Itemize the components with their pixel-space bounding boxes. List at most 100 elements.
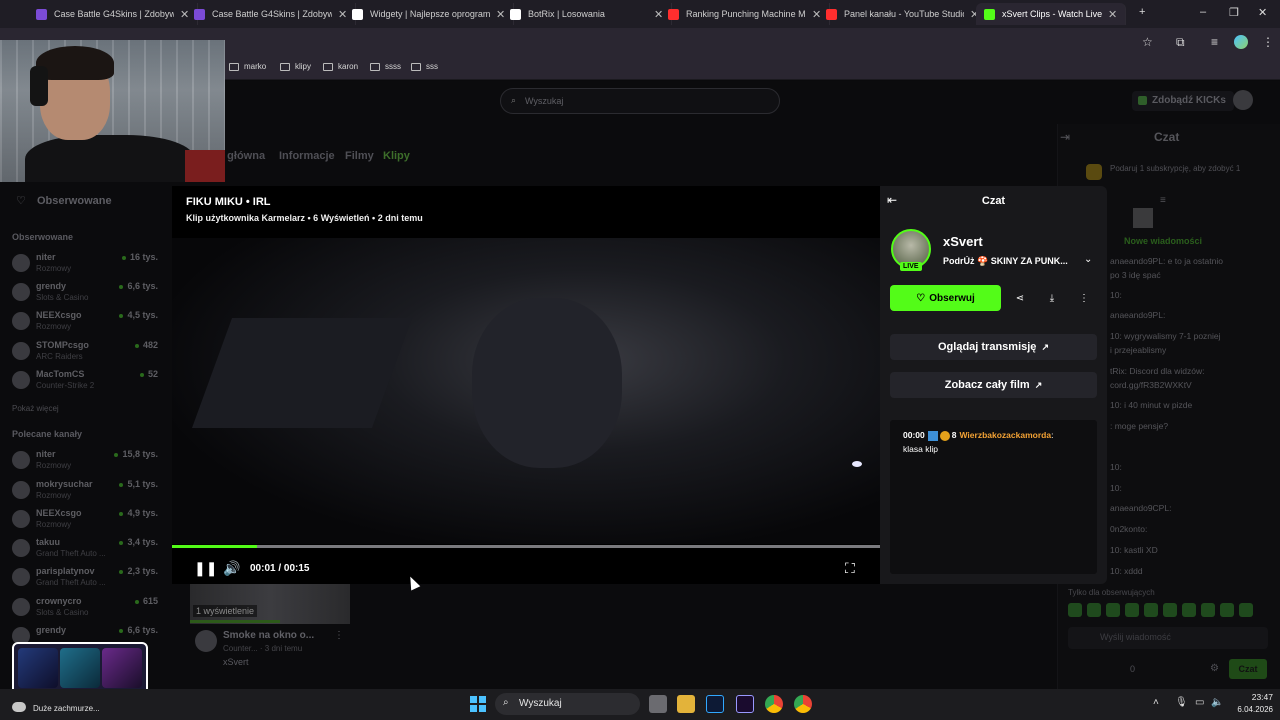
tab-clips[interactable]: Klipy: [383, 150, 410, 162]
bookmark-icon: [229, 62, 239, 71]
weather-widget[interactable]: Duże zachmurze...: [33, 704, 100, 713]
clip-card-subtitle: Counter... · 3 dni temu: [223, 644, 303, 653]
bookmark-folder[interactable]: ssss: [370, 62, 401, 71]
chat-message: : moge pensje?: [1110, 421, 1169, 431]
clip-card-title[interactable]: Smoke na okno o...: [223, 630, 314, 641]
clock-date[interactable]: 6.04.2026: [1224, 705, 1273, 714]
sidebar-item-channel[interactable]: STOMPcsgo ARC Raiders 482: [12, 340, 162, 368]
points-counter: 0: [1130, 664, 1136, 674]
chat-message: anaeando9PL:: [1110, 310, 1166, 320]
bookmark-item[interactable]: karon: [323, 62, 358, 71]
avatar: [12, 312, 30, 330]
close-window-button[interactable]: ✕: [1258, 6, 1267, 19]
pause-button[interactable]: ❚❚: [194, 560, 217, 577]
close-icon[interactable]: ✕: [1108, 8, 1117, 21]
chat-message: 10:: [1110, 483, 1122, 493]
avatar: [12, 481, 30, 499]
follow-button[interactable]: ♡ Obserwuj: [890, 285, 1001, 311]
sidebar-item-channel[interactable]: mokrysuchar Rozmowy 5,1 tys.: [12, 479, 162, 507]
share-button[interactable]: ⋖: [1007, 285, 1033, 311]
clip-card-author[interactable]: xSvert: [223, 657, 249, 667]
volume-icon[interactable]: 🔈: [1211, 697, 1223, 708]
search-input[interactable]: ⌕ Wyszukaj: [500, 88, 780, 114]
tab-favicon-icon: [510, 8, 521, 20]
sidebar-item-channel[interactable]: crownycro Slots & Casino 615: [12, 596, 162, 624]
avatar: [12, 568, 30, 586]
more-options-button[interactable]: ⋮: [1071, 285, 1097, 311]
browser-tab[interactable]: Case Battle G4Skins | Zdobywaj ✕: [186, 3, 357, 25]
new-tab-button[interactable]: +: [1139, 6, 1145, 18]
minimize-button[interactable]: –: [1200, 6, 1206, 18]
sidebar-item-channel[interactable]: NEEXcsgo Rozmowy 4,9 tys.: [12, 508, 162, 536]
clock-time[interactable]: 23:47: [1231, 692, 1273, 702]
user-avatar[interactable]: [1233, 90, 1253, 110]
clip-thumbnail[interactable]: [190, 584, 350, 624]
download-button[interactable]: ⤓: [1039, 285, 1065, 311]
emote-bar[interactable]: [1068, 603, 1268, 619]
sidebar-item-channel[interactable]: MacTomCS Counter-Strike 2 52: [12, 369, 162, 397]
maximize-button[interactable]: ❐: [1229, 6, 1239, 19]
profile-avatar[interactable]: [1234, 35, 1248, 49]
folder-icon: [280, 62, 290, 71]
avatar[interactable]: [195, 630, 217, 652]
chat-message-input[interactable]: Wyślij wiadomość: [1068, 627, 1268, 649]
get-kicks-button[interactable]: Zdobądź KICKs: [1132, 91, 1234, 111]
more-icon[interactable]: ⋮: [334, 630, 344, 641]
channel-name[interactable]: xSvert: [943, 234, 983, 249]
microphone-icon[interactable]: 🎙: [1175, 697, 1188, 708]
browser-tab[interactable]: Case Battle G4Skins | Zdobywaj ✕: [28, 3, 199, 25]
sidebar-item-channel[interactable]: parisplatynov Grand Theft Auto ... 2,3 tys…: [12, 566, 162, 594]
browser-tab[interactable]: Ranking Punching Machine Mo ✕: [660, 3, 831, 25]
sub-gift-icon: [1086, 164, 1102, 180]
file-explorer-icon[interactable]: [677, 695, 695, 713]
pinned-icon: ≡: [1160, 195, 1166, 206]
taskbar-search[interactable]: ⌕ Wyszukaj: [495, 693, 640, 715]
bookmark-item[interactable]: marko: [229, 62, 266, 71]
chat-message: cord.gg/fR3B2WXKtV: [1110, 380, 1192, 390]
tab-videos[interactable]: Filmy: [345, 150, 374, 162]
bookmark-folder[interactable]: klipy: [280, 62, 311, 71]
sidebar-title: Obserwowane: [37, 195, 112, 207]
tab-home[interactable]: a główna: [218, 150, 265, 162]
fullscreen-button[interactable]: ⛶: [845, 560, 855, 577]
browser-tab-active[interactable]: xSvert Clips - Watch Live o ✕: [976, 3, 1127, 25]
premiere-icon[interactable]: [736, 695, 754, 713]
bookmark-item[interactable]: sss: [411, 62, 438, 71]
settings-icon[interactable]: ⚙: [1210, 663, 1219, 674]
watch-full-video-button[interactable]: Zobacz cały film ↗: [890, 372, 1097, 398]
photoshop-icon[interactable]: [706, 695, 724, 713]
sidebar-item-channel[interactable]: grendy Slots & Casino 6,6 tys.: [12, 281, 162, 309]
playlist-icon[interactable]: ≡: [1211, 35, 1218, 49]
browser-tab[interactable]: BotRix | Losowania ✕: [502, 3, 673, 25]
badge-icon: [927, 430, 938, 441]
clip-meta: Klip użytkownika Karmelarz • 6 Wyświetle…: [186, 213, 423, 223]
browser-tab[interactable]: Widgety | Najlepsze oprogram ✕: [344, 3, 515, 25]
tab-about[interactable]: Informacje: [279, 150, 335, 162]
chrome-icon[interactable]: [794, 695, 812, 713]
send-chat-button[interactable]: Czat: [1229, 659, 1267, 679]
sidebar-item-channel[interactable]: takuu Grand Theft Auto ... 3,4 tys.: [12, 537, 162, 565]
show-more-link[interactable]: Pokaż więcej: [12, 404, 59, 413]
start-button[interactable]: [470, 696, 486, 712]
extensions-icon[interactable]: ⧉: [1176, 35, 1185, 50]
video-frame[interactable]: [172, 238, 880, 544]
network-icon[interactable]: ▭: [1195, 697, 1204, 708]
sidebar-item-channel[interactable]: niter Rozmowy 16 tys.: [12, 252, 162, 280]
chevron-down-icon[interactable]: ⌄: [1084, 254, 1092, 265]
collapse-chat-icon[interactable]: ⇥: [1060, 130, 1070, 144]
browser-tab[interactable]: Panel kanału - YouTube Studio ✕: [818, 3, 989, 25]
chevron-up-icon[interactable]: ˄: [1153, 697, 1159, 708]
menu-icon[interactable]: ⋮: [1262, 35, 1274, 49]
task-view-icon[interactable]: [649, 695, 667, 713]
sidebar-item-channel[interactable]: NEEXcsgo Rozmowy 4,5 tys.: [12, 310, 162, 338]
tab-favicon-icon: [352, 8, 363, 20]
external-link-icon: ↗: [1034, 379, 1043, 390]
chrome-icon[interactable]: [765, 695, 783, 713]
chat-message: 10:: [1110, 290, 1122, 300]
star-icon[interactable]: ☆: [1142, 35, 1153, 49]
video-progress-bar[interactable]: [172, 545, 880, 548]
volume-icon[interactable]: 🔊: [223, 560, 240, 577]
sub-gift-promo: Podaruj 1 subskrypcję, aby zdobyć 1: [1110, 164, 1241, 173]
sidebar-item-channel[interactable]: niter Rozmowy 15,8 tys.: [12, 449, 162, 477]
watch-stream-button[interactable]: Oglądaj transmisję ↗: [890, 334, 1097, 360]
